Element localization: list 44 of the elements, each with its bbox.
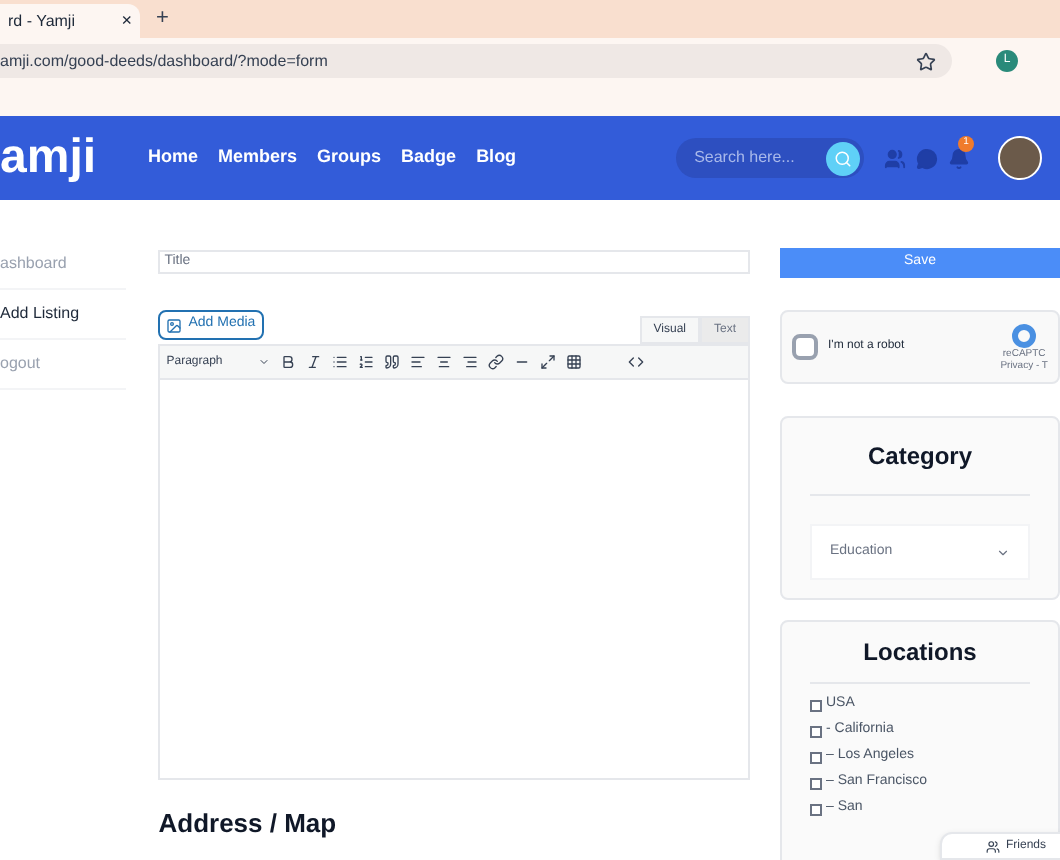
nav-link[interactable]: Home [148,144,199,172]
dropdown-caret-icon [996,545,1010,559]
friends-icon [986,839,1000,853]
italic-icon[interactable] [306,354,323,370]
bookmark-star-icon[interactable] [916,51,936,71]
nav-link[interactable]: Blog [476,144,517,172]
align-left-icon[interactable] [410,354,427,370]
locations-heading: Locations [810,622,1030,684]
nav-link[interactable]: Members [218,144,298,172]
numbered-list-icon[interactable] [358,354,375,370]
location-checkbox[interactable] [810,725,822,737]
location-checkbox[interactable] [810,803,822,815]
category-heading: Category [810,418,1030,496]
address-bar[interactable]: amji.com/good-deeds/dashboard/?mode=form [0,44,952,78]
fullscreen-icon[interactable] [540,354,557,370]
location-checkbox[interactable] [810,777,822,789]
quote-icon[interactable] [384,354,401,370]
dropdown-caret-icon [258,356,271,368]
media-icon [166,317,183,333]
search-icon [834,149,853,167]
search-field[interactable]: Search here... [676,138,865,178]
location-checkbox[interactable] [810,751,822,763]
site-logo[interactable]: amji [0,122,136,194]
captcha-checkbox[interactable] [792,334,818,360]
notifications-icon[interactable] [948,147,971,169]
browser-tab[interactable]: rd - Yamji × [0,4,140,38]
toolbar-toggle-icon[interactable] [566,354,583,370]
nav-link[interactable]: Badge [401,144,457,172]
address-heading: Address / Map [158,806,339,842]
bold-icon[interactable] [280,354,297,370]
bullet-list-icon[interactable] [332,354,349,370]
captcha-logo-icon [1012,323,1037,347]
close-tab-button[interactable]: × [121,7,132,35]
align-center-icon[interactable] [436,354,453,370]
location-checkbox[interactable] [810,699,822,711]
nav-link[interactable]: Groups [317,144,382,172]
new-tab-button[interactable]: + [156,1,169,34]
search-input[interactable]: Search here... [694,146,815,170]
user-avatar[interactable] [998,136,1043,180]
search-button[interactable] [826,141,861,175]
code-icon[interactable] [628,354,645,370]
link-icon[interactable] [488,354,505,370]
sidebar-item[interactable]: Add Listing [0,290,127,340]
align-right-icon[interactable] [462,354,479,370]
